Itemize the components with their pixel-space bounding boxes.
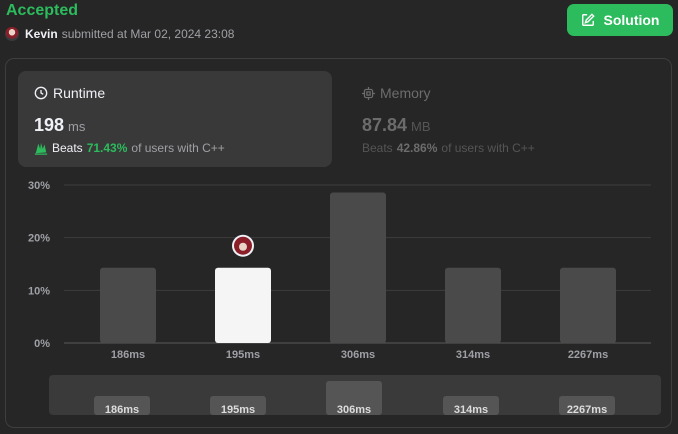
mini-tick-label: 314ms (454, 404, 488, 415)
range-selector[interactable]: 186ms 195ms 306ms 314ms 2267ms (49, 375, 661, 416)
bar (100, 267, 156, 343)
solution-label: Solution (603, 12, 660, 28)
y-tick-label: 20% (28, 233, 50, 245)
status-accepted: Accepted (6, 2, 79, 19)
username[interactable]: Kevin (25, 27, 58, 41)
mini-tick-label: 195ms (221, 404, 255, 415)
x-tick-label: 2267ms (568, 349, 608, 361)
solution-button[interactable]: Solution (567, 4, 673, 36)
y-tick-label: 30% (28, 180, 50, 192)
bar (330, 192, 386, 343)
result-card: Runtime 198 ms Beats 71.43% of users with… (5, 58, 672, 428)
submission-info: Kevin submitted at Mar 02, 2024 23:08 (5, 26, 234, 42)
x-tick-label: 195ms (226, 349, 260, 361)
x-tick-label: 186ms (111, 349, 145, 361)
y-tick-label: 0% (34, 338, 50, 350)
y-tick-label: 10% (28, 285, 50, 297)
avatar-marker-face (239, 242, 247, 251)
bar (445, 267, 501, 343)
x-tick-label: 306ms (341, 349, 375, 361)
submitted-text: submitted at Mar 02, 2024 23:08 (61, 27, 235, 41)
mini-tick-label: 186ms (105, 404, 139, 415)
bar (215, 267, 271, 343)
mini-tick-label: 306ms (337, 404, 371, 415)
avatar[interactable] (5, 27, 19, 41)
range-selector-chart: 186ms 195ms 306ms 314ms 2267ms (94, 381, 615, 416)
edit-icon (581, 13, 595, 26)
bar (560, 267, 616, 343)
mini-tick-label: 2267ms (567, 404, 607, 415)
x-tick-label: 314ms (456, 349, 490, 361)
runtime-distribution-chart: 0% 10% 20% 30% 186ms 195ms 306ms 314ms 2267ms (28, 180, 651, 361)
